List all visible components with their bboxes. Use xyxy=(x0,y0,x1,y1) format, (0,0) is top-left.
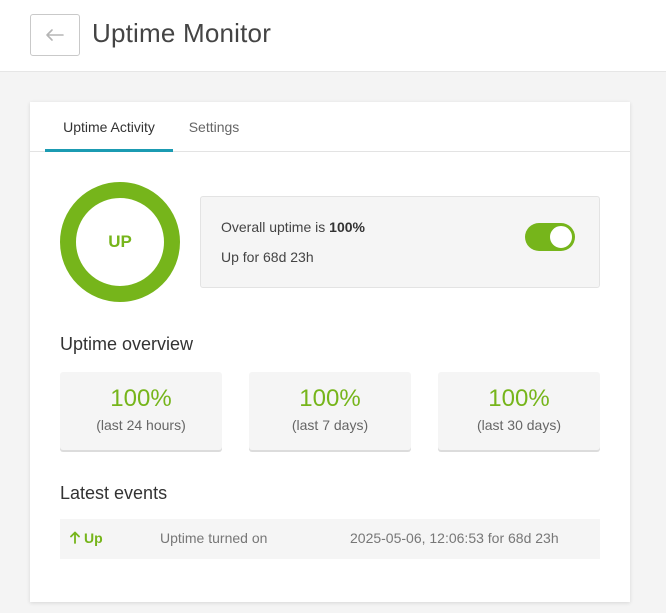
back-button[interactable] xyxy=(30,14,80,56)
event-status: Up xyxy=(70,530,103,546)
top-bar: Uptime Monitor xyxy=(0,0,666,72)
event-status-label: Up xyxy=(84,530,103,546)
stat-value: 100% xyxy=(110,385,172,412)
latest-events-title: Latest events xyxy=(60,483,168,503)
stat-card-7d: 100% (last 7 days) xyxy=(249,372,411,450)
status-summary: Overall uptime is 100% Up for 68d 23h xyxy=(200,196,600,288)
overall-uptime-value: 100% xyxy=(329,219,365,235)
event-row: Up Uptime turned on 2025-05-06, 12:06:53… xyxy=(60,519,600,559)
stat-label: (last 30 days) xyxy=(476,417,562,433)
uptime-card: Uptime Activity Settings UP Overall upti… xyxy=(30,102,630,602)
event-description: Uptime turned on xyxy=(160,530,268,546)
stat-label: (last 24 hours) xyxy=(96,417,186,433)
overall-uptime-text: Overall uptime is 100% xyxy=(221,219,365,235)
stat-card-30d: 100% (last 30 days) xyxy=(438,372,600,450)
status-donut-label: UP xyxy=(108,232,132,251)
uptime-overview-title: Uptime overview xyxy=(60,334,194,354)
arrow-up-icon xyxy=(70,531,80,544)
up-for-text: Up for 68d 23h xyxy=(221,249,314,265)
stat-card-24h: 100% (last 24 hours) xyxy=(60,372,222,450)
stat-label: (last 7 days) xyxy=(291,417,369,433)
tab-settings[interactable]: Settings xyxy=(180,102,248,152)
overall-uptime-prefix: Overall uptime is xyxy=(221,219,330,235)
event-time: 2025-05-06, 12:06:53 for 68d 23h xyxy=(350,530,559,546)
tab-uptime-activity[interactable]: Uptime Activity xyxy=(45,102,173,152)
stat-value: 100% xyxy=(299,385,361,412)
arrow-left-icon xyxy=(46,29,64,41)
status-donut: UP xyxy=(60,182,180,302)
stat-value: 100% xyxy=(488,385,550,412)
tab-bar: Uptime Activity Settings xyxy=(30,102,630,152)
page-title: Uptime Monitor xyxy=(92,18,272,48)
monitor-toggle[interactable] xyxy=(525,223,575,251)
toggle-knob xyxy=(548,224,574,250)
